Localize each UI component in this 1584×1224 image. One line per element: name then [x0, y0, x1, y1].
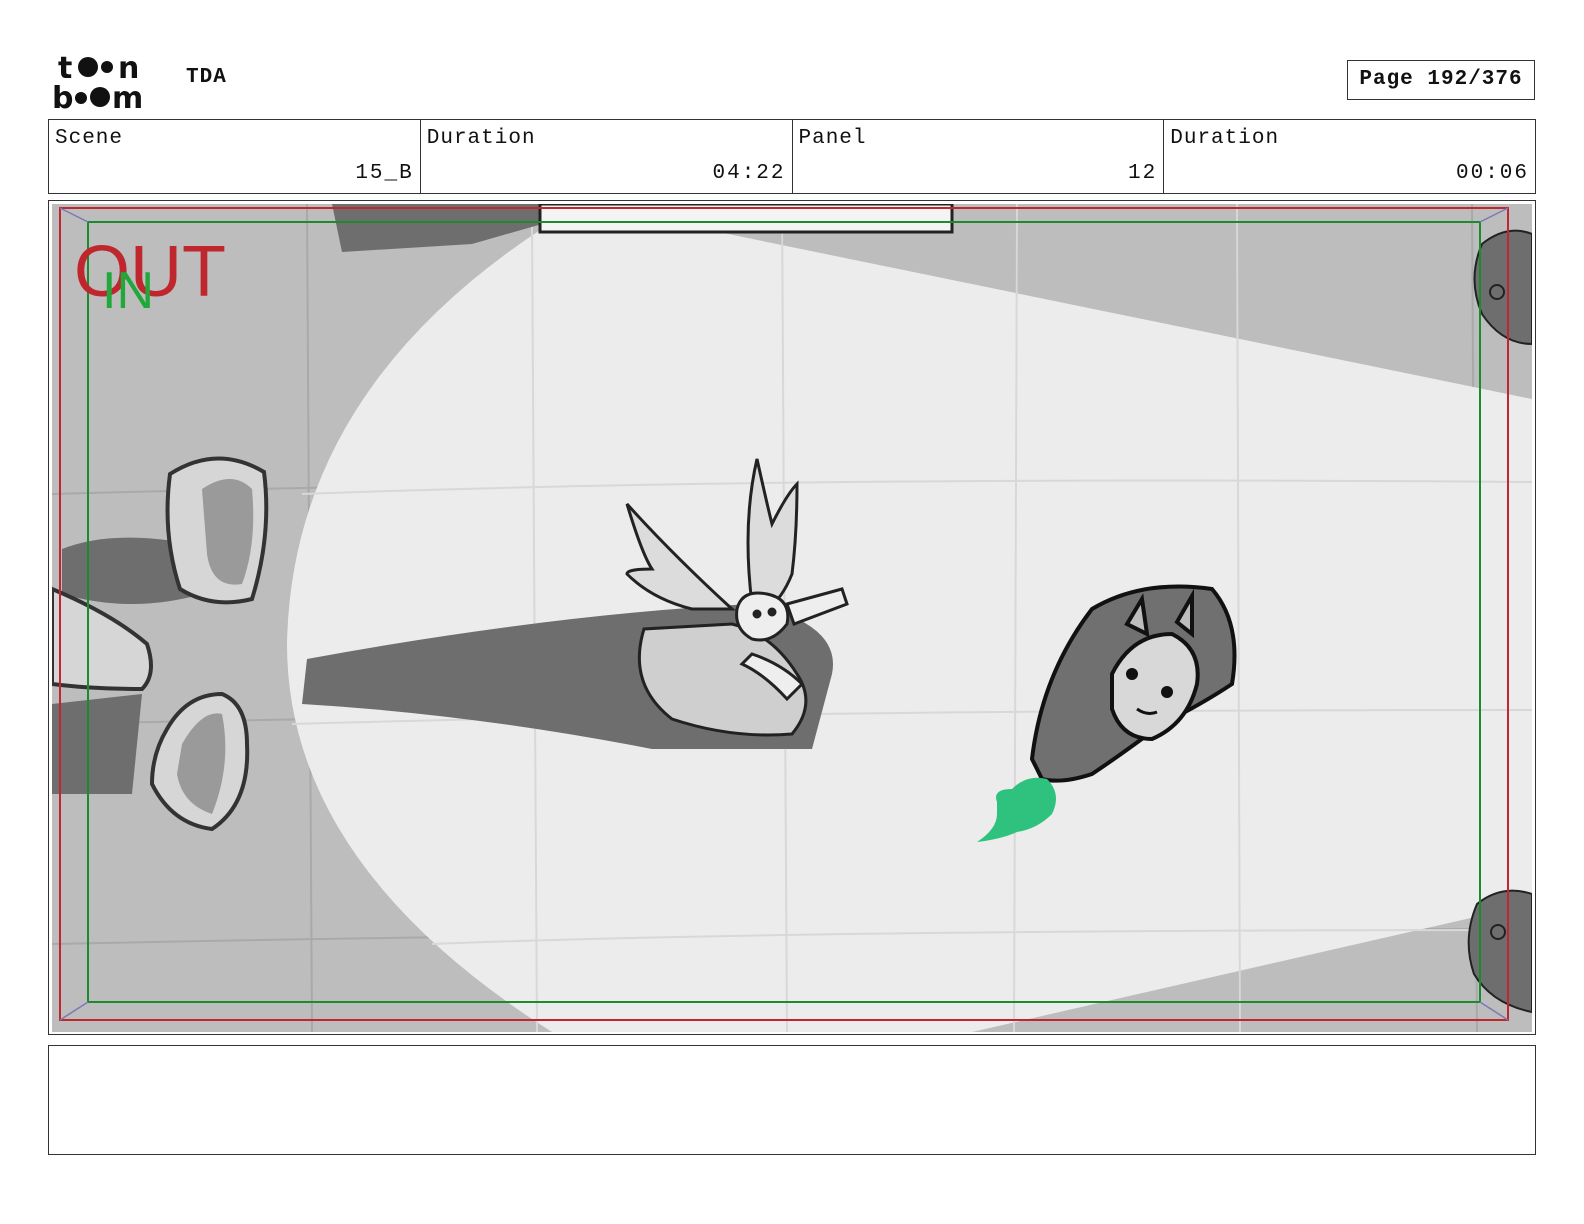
panel-label: Panel [798, 127, 867, 150]
scene-label: Scene [55, 127, 124, 150]
panel-value: 12 [1128, 162, 1158, 185]
scene-duration-cell: Duration 04:22 [421, 120, 793, 193]
storyboard-panel-image: OUT IN [52, 204, 1532, 1032]
svg-text:m: m [112, 81, 143, 112]
scene-cell: Scene 15_B [49, 120, 421, 193]
notes-box[interactable] [48, 1045, 1536, 1155]
page-number: Page 192/376 [1347, 60, 1535, 100]
scene-value: 15_B [355, 162, 414, 185]
toonboom-logo: t n b m [52, 51, 143, 112]
panel-duration-cell: Duration 00:06 [1164, 120, 1535, 193]
in-label: IN [102, 262, 154, 320]
scene-info-bar: Scene 15_B Duration 04:22 Panel 12 Durat… [48, 119, 1536, 194]
project-title: TDA [186, 66, 227, 89]
scene-duration-label: Duration [426, 127, 536, 150]
scene-duration-value: 04:22 [712, 162, 786, 185]
panel-duration-label: Duration [1170, 127, 1280, 150]
panel-duration-value: 00:06 [1455, 162, 1529, 185]
svg-text:b: b [52, 81, 73, 112]
panel-cell: Panel 12 [793, 120, 1165, 193]
